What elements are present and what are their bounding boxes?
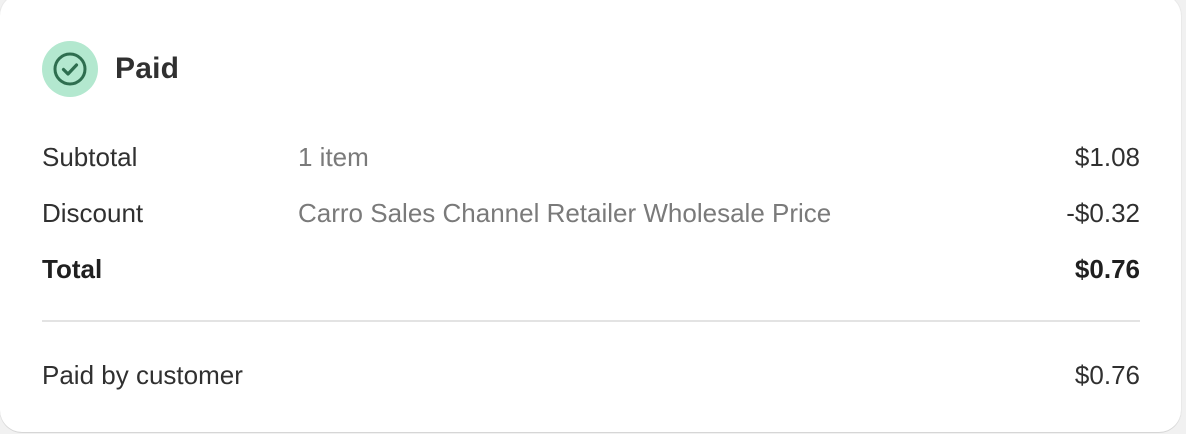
discount-description: Carro Sales Channel Retailer Wholesale P… bbox=[298, 198, 832, 228]
total-label: Total bbox=[42, 254, 103, 284]
total-row: Total $0.76 bbox=[42, 249, 1140, 289]
discount-row: Discount Carro Sales Channel Retailer Wh… bbox=[42, 193, 1140, 233]
paid-by-customer-label: Paid by customer bbox=[42, 360, 243, 390]
subtotal-row: Subtotal 1 item $1.08 bbox=[42, 137, 1140, 177]
divider bbox=[42, 320, 1140, 322]
paid-by-customer-row: Paid by customer $0.76 bbox=[42, 355, 1140, 395]
payment-status-title: Paid bbox=[115, 52, 180, 85]
subtotal-label: Subtotal bbox=[42, 142, 138, 172]
payment-summary-card: Paid Subtotal 1 item $1.08 Discount Carr… bbox=[0, 0, 1181, 432]
total-amount: $0.76 bbox=[1074, 254, 1140, 284]
subtotal-amount: $1.08 bbox=[1074, 142, 1140, 172]
paid-by-customer-amount: $0.76 bbox=[1074, 360, 1140, 390]
discount-amount: -$0.32 bbox=[1066, 198, 1140, 228]
subtotal-item-count: 1 item bbox=[298, 142, 369, 172]
payment-status-header: Paid bbox=[42, 41, 179, 97]
check-circle-icon bbox=[42, 41, 98, 97]
discount-label: Discount bbox=[42, 198, 144, 228]
